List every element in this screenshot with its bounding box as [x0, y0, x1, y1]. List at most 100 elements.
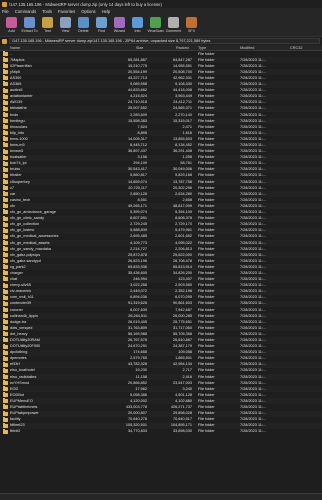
- virusscan-button[interactable]: VirusScan: [147, 15, 164, 36]
- folder-icon: [3, 227, 8, 233]
- folder-icon: [3, 276, 8, 282]
- cell-packed: 2,903,580: [175, 283, 192, 288]
- test-button[interactable]: Test: [39, 15, 56, 36]
- path-field[interactable]: \147.135.165.196 - MidwestRP server dump…: [9, 38, 320, 44]
- cell-size: 49,265,171: [127, 203, 147, 208]
- folder-icon: [3, 282, 8, 288]
- col-packed[interactable]: Packed: [176, 46, 189, 50]
- cell-type: File folder: [198, 325, 215, 330]
- wizard-icon: [114, 17, 125, 28]
- cell-modified: 7/28/2023 11:...: [240, 88, 267, 93]
- toolbar-label: Find: [98, 29, 105, 33]
- folder-icon: [3, 300, 8, 306]
- delete-button[interactable]: Delete: [75, 15, 92, 36]
- cell-name: fdfleet23: [10, 423, 25, 428]
- cell-name: elsu_radiotalies: [10, 374, 37, 379]
- cell-modified: 7/28/2023 11:...: [240, 69, 267, 74]
- cell-type: File folder: [198, 331, 215, 336]
- folder-icon: [3, 410, 8, 416]
- cell-name: EODBot: [10, 392, 24, 397]
- folder-icon: [3, 99, 8, 105]
- cell-type: File folder: [198, 240, 215, 245]
- col-crc[interactable]: CRC32: [290, 46, 302, 50]
- menu-options[interactable]: Options: [81, 9, 95, 14]
- cell-size: 26,264,511: [128, 313, 147, 318]
- col-name[interactable]: Name: [10, 46, 20, 50]
- folder-icon: [3, 93, 8, 99]
- cell-size: 34,770,833: [127, 429, 147, 434]
- wizard-button[interactable]: Wizard: [111, 15, 128, 36]
- folder-icon: [3, 319, 8, 325]
- cell-size: 20,720,117: [128, 185, 147, 190]
- cell-packed: 1,616: [182, 130, 192, 135]
- folder-icon: [3, 361, 8, 367]
- info-button[interactable]: Info: [129, 15, 146, 36]
- cell-size: 14,659,074: [127, 179, 147, 184]
- cell-packed: 36,291,408: [172, 149, 192, 154]
- find-button[interactable]: Find: [93, 15, 110, 36]
- cell-size: 20,554,199: [127, 69, 147, 74]
- menu-help[interactable]: Help: [102, 9, 111, 14]
- add-archive-icon: [6, 17, 17, 28]
- cell-type: File folder: [198, 179, 215, 184]
- toolbar-label: Wizard: [113, 29, 126, 33]
- cell-type: File folder: [198, 216, 215, 221]
- winrar-app-icon: [2, 1, 7, 7]
- cell-packed: 30,049,006: [172, 167, 192, 172]
- cell-modified: 7/28/2023 11:...: [240, 411, 267, 416]
- col-type[interactable]: Type: [198, 46, 206, 50]
- cell-size: 15,558,383: [127, 118, 147, 123]
- cell-size: 3,156: [137, 155, 147, 160]
- cell-packed: 23,547,003: [172, 380, 192, 385]
- menu-commands[interactable]: Commands: [15, 9, 36, 14]
- cell-packed: 13,767,758: [172, 179, 192, 184]
- cell-packed: 44,418,008: [172, 88, 192, 93]
- toolbar-label: Delete: [78, 29, 89, 33]
- cell-size: 6,894,036: [130, 295, 147, 300]
- table-row[interactable]: fbtnit2 34,770,833 33,898,030 File folder 7/…: [0, 428, 322, 435]
- menu-file[interactable]: File: [2, 9, 9, 14]
- toolbar-label: Info: [134, 29, 141, 33]
- cell-size: 25,872,878: [127, 252, 147, 257]
- col-size[interactable]: Size: [136, 46, 143, 50]
- view-button[interactable]: View: [57, 15, 74, 36]
- cell-name: coroner: [10, 307, 23, 312]
- cell-type: File folder: [198, 411, 215, 416]
- menu-tools[interactable]: Tools: [42, 9, 52, 14]
- cell-packed: 4,095,022: [175, 240, 192, 245]
- cell-type: File folder: [198, 63, 215, 68]
- cell-size: 8,007,639: [130, 307, 147, 312]
- cell-size: 2,283,609: [130, 112, 147, 117]
- cell-size: 8,895: [137, 130, 147, 135]
- comment-button[interactable]: Comment: [165, 15, 182, 36]
- extract-to-button[interactable]: Extract To: [21, 15, 38, 36]
- cell-packed: 34,826,200: [172, 270, 192, 275]
- cell-packed: 25,622,000: [172, 252, 192, 257]
- cell-modified: 7/28/2023 11:...: [240, 246, 267, 251]
- cell-type: File folder: [198, 344, 215, 349]
- sfx-button[interactable]: SFX: [183, 15, 200, 36]
- cell-size: 2,695,485: [130, 234, 147, 239]
- folder-icon: [3, 154, 8, 160]
- cell-modified: 7/28/2023 11:...: [240, 386, 267, 391]
- folder-icon: [3, 325, 8, 331]
- cell-modified: 7/28/2023 11:...: [240, 118, 267, 123]
- cell-name: cfx_gn_clinic_sandy: [10, 216, 44, 221]
- cell-size: 25,007,552: [127, 106, 147, 111]
- cell-size: 43,782,328: [127, 362, 147, 367]
- toolbar-label: Test: [44, 29, 51, 33]
- col-modified[interactable]: Modified: [240, 46, 254, 50]
- file-list[interactable]: .. File folder 7Maptos 65,281,867 64,847,287…: [0, 51, 322, 493]
- toolbar-label: Add: [8, 29, 15, 33]
- folder-icon: [3, 349, 8, 355]
- folder-icon: [3, 392, 8, 398]
- cell-name: casino_tech: [10, 197, 31, 202]
- cell-modified: 7/28/2023 11:...: [240, 289, 267, 294]
- cell-packed: 2,206,813: [175, 246, 192, 251]
- cell-name: blip_info: [10, 130, 25, 135]
- add-button[interactable]: Add: [3, 15, 20, 36]
- folder-icon: [3, 398, 8, 404]
- cell-name: cfx_gn_sandy_mazdaka: [10, 246, 51, 251]
- menu-favorites[interactable]: Favorites: [58, 9, 75, 14]
- folder-icon: [3, 404, 8, 410]
